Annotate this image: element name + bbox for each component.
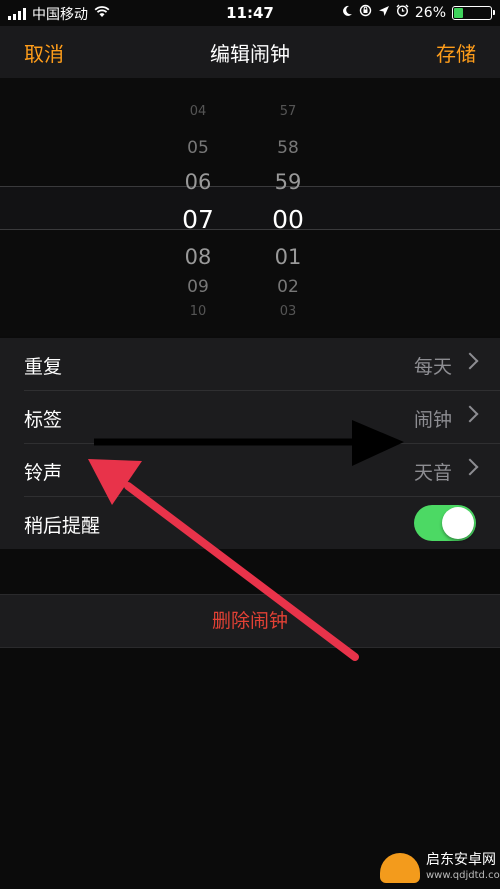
label-value: 闹钟: [413, 409, 452, 431]
alarm-settings-list: 重复 每天 标签 闹钟 铃声 天音 稍后提醒: [0, 338, 500, 549]
label-label: 标签: [24, 409, 63, 431]
watermark-brand: 启东安卓网: [426, 852, 496, 868]
hour-value[interactable]: 08: [168, 245, 228, 269]
delete-alarm-button[interactable]: 删除闹钟: [0, 594, 500, 648]
battery-icon: [452, 5, 495, 20]
sound-value: 天音: [413, 462, 452, 484]
chevron-right-icon: [461, 405, 479, 423]
minute-wheel[interactable]: 57 58 59 00 01 02 03: [258, 78, 318, 336]
snooze-row: 稍后提醒: [24, 497, 500, 549]
minute-value[interactable]: 59: [258, 170, 318, 194]
chevron-right-icon: [461, 352, 479, 370]
hour-value[interactable]: 10: [168, 304, 228, 319]
sound-row[interactable]: 铃声 天音: [24, 444, 500, 497]
repeat-value: 每天: [413, 356, 452, 378]
location-icon: [378, 5, 390, 21]
hour-wheel[interactable]: 04 05 06 07 08 09 10: [168, 78, 228, 336]
minute-value[interactable]: 00: [258, 205, 318, 234]
toggle-knob: [442, 507, 474, 539]
chevron-right-icon: [461, 458, 479, 476]
repeat-row[interactable]: 重复 每天: [24, 338, 500, 391]
status-right: 26%: [341, 4, 495, 21]
page-title: 编辑闹钟: [210, 42, 290, 66]
moon-icon: [341, 5, 353, 21]
sound-label: 铃声: [24, 462, 63, 484]
watermark-logo-icon: [380, 853, 420, 883]
minute-value[interactable]: 01: [258, 245, 318, 269]
time-picker[interactable]: 04 05 06 07 08 09 10 57 58 59 00 01 02 03: [0, 78, 500, 336]
snooze-label: 稍后提醒: [24, 515, 101, 537]
watermark: 启东安卓网 www.qdjdtd.com: [380, 852, 500, 884]
minute-value[interactable]: 57: [258, 104, 318, 119]
battery-percent: 26%: [414, 4, 446, 21]
hour-value[interactable]: 07: [168, 205, 228, 234]
hour-value[interactable]: 04: [168, 104, 228, 119]
label-row[interactable]: 标签 闹钟: [24, 391, 500, 444]
hour-value[interactable]: 05: [168, 138, 228, 158]
repeat-label: 重复: [24, 356, 63, 378]
minute-value[interactable]: 02: [258, 277, 318, 297]
battery-fill: [454, 7, 464, 18]
snooze-toggle[interactable]: [414, 505, 476, 541]
hour-value[interactable]: 09: [168, 277, 228, 297]
watermark-url: www.qdjdtd.com: [426, 870, 500, 881]
lock-rotation-icon: [359, 4, 372, 21]
picker-selection-band: [0, 186, 500, 230]
alarm-icon: [396, 4, 409, 21]
nav-bar: 取消 编辑闹钟 存储: [0, 26, 500, 79]
minute-value[interactable]: 58: [258, 138, 318, 158]
hour-value[interactable]: 06: [168, 170, 228, 194]
save-button[interactable]: 存储: [436, 38, 476, 67]
minute-value[interactable]: 03: [258, 304, 318, 319]
status-bar: 中国移动 11:47 26%: [0, 0, 500, 26]
